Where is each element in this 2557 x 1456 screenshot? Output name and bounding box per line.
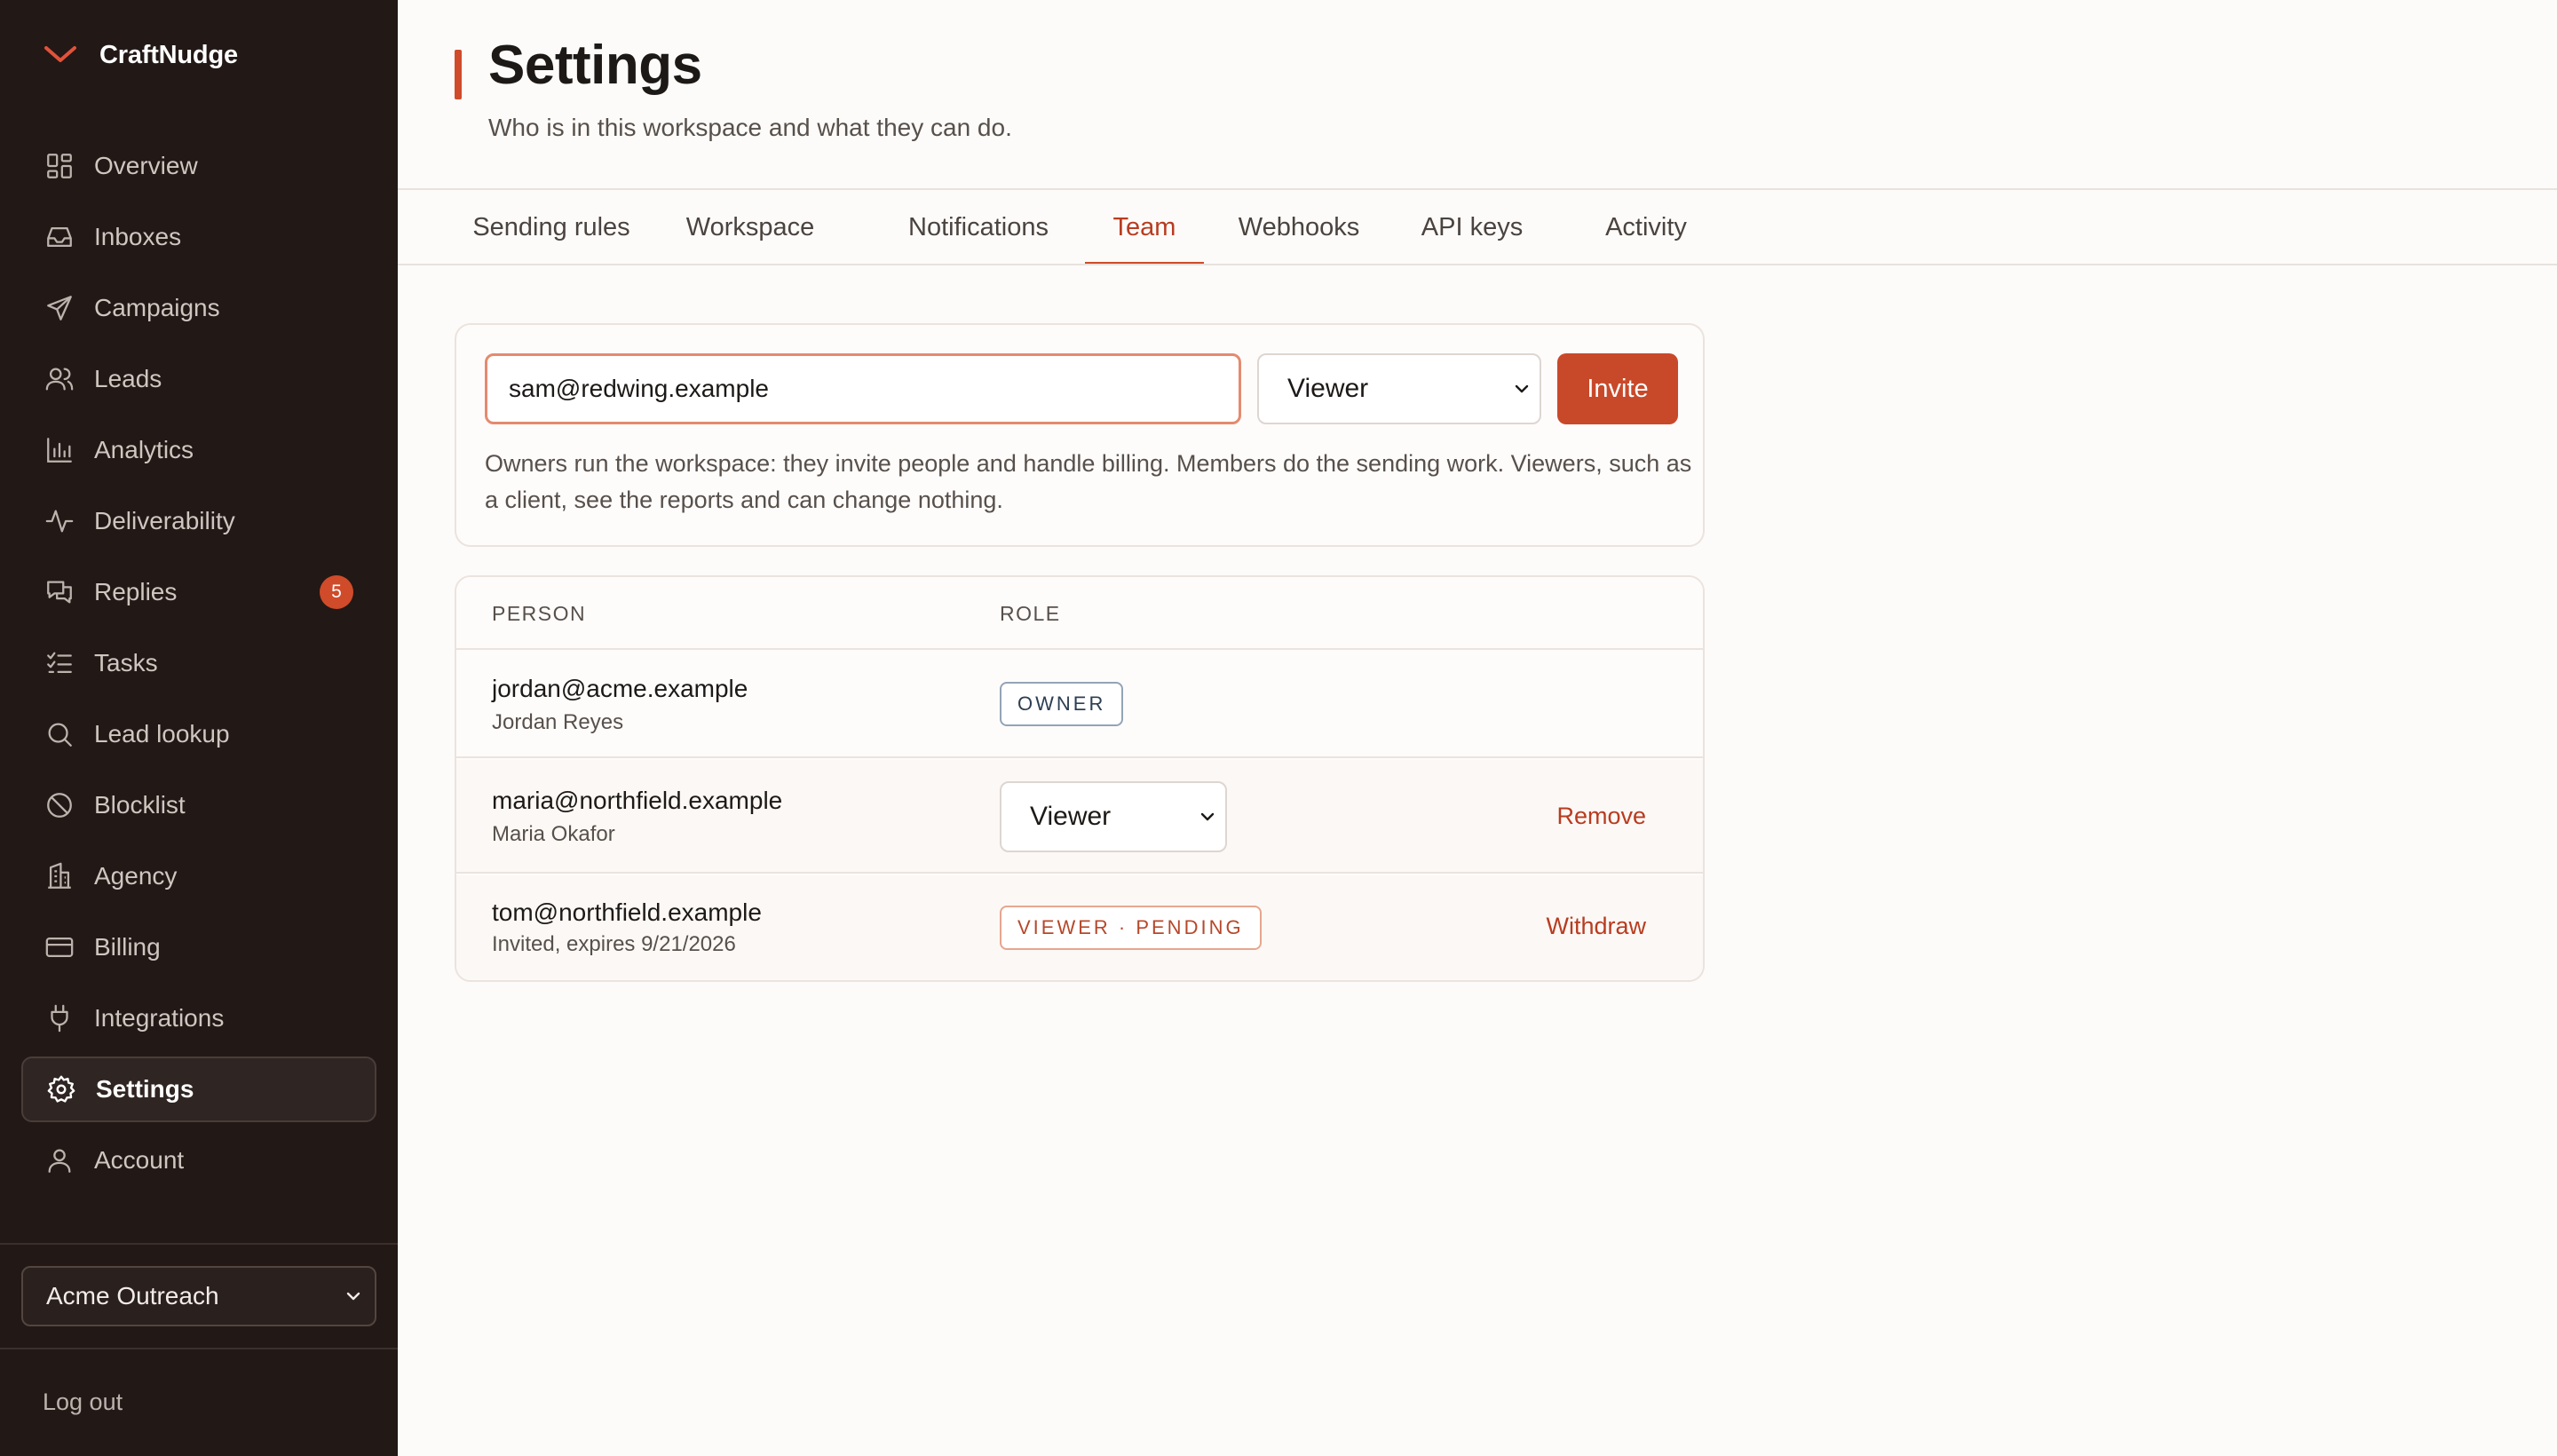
search-icon xyxy=(44,719,75,749)
sidebar-item-overview[interactable]: Overview xyxy=(21,133,376,199)
sidebar-item-tasks[interactable]: Tasks xyxy=(21,630,376,696)
invite-button[interactable]: Invite xyxy=(1557,353,1678,424)
sidebar-item-leads[interactable]: Leads xyxy=(21,346,376,412)
member-email: tom@northfield.example xyxy=(492,898,762,926)
sidebar-item-label: Integrations xyxy=(94,1004,225,1032)
role-help-text: Owners run the workspace: they invite pe… xyxy=(485,450,1692,513)
checklist-icon xyxy=(44,648,75,678)
sidebar-item-billing[interactable]: Billing xyxy=(21,914,376,980)
tab-workspace[interactable]: Workspace xyxy=(684,190,817,265)
sidebar-item-label: Blocklist xyxy=(94,791,186,819)
sidebar-divider xyxy=(0,1348,398,1349)
bar-chart-icon xyxy=(44,435,75,465)
member-email: jordan@acme.example xyxy=(492,675,748,702)
users-icon xyxy=(44,364,75,394)
invite-expiry: Invited, expires 9/21/2026 xyxy=(492,932,736,956)
chevron-down-icon xyxy=(346,1292,360,1301)
sidebar-item-label: Lead lookup xyxy=(94,720,230,748)
invite-card: Viewer Invite Owners run the workspace: … xyxy=(455,323,1705,547)
sidebar-item-campaigns[interactable]: Campaigns xyxy=(21,275,376,341)
sidebar-item-blocklist[interactable]: Blocklist xyxy=(21,772,376,838)
building-icon xyxy=(44,861,75,891)
sidebar-nav: Overview Inboxes Campaigns Leads Analyti… xyxy=(21,133,376,1199)
member-name: Maria Okafor xyxy=(492,822,615,846)
sidebar-item-label: Inboxes xyxy=(94,223,182,250)
tab-notifications[interactable]: Notifications xyxy=(899,190,1058,265)
sidebar-item-label: Deliverability xyxy=(94,507,235,534)
sidebar-item-label: Analytics xyxy=(94,436,194,463)
invite-email-input[interactable] xyxy=(485,353,1241,424)
send-icon xyxy=(44,293,75,323)
sidebar-item-label: Campaigns xyxy=(94,294,220,321)
sidebar-item-label: Agency xyxy=(94,862,178,890)
table-row: jordan@acme.example Jordan Reyes OWNER xyxy=(456,652,1703,758)
logo-chevron-icon xyxy=(44,46,76,62)
table-row: maria@northfield.example Maria Okafor Vi… xyxy=(456,760,1703,874)
sidebar-item-replies[interactable]: Replies 5 xyxy=(21,559,376,625)
tab-activity[interactable]: Activity xyxy=(1584,190,1708,265)
tab-team[interactable]: Team xyxy=(1085,190,1204,265)
sidebar: CraftNudge Overview Inboxes Campaigns Le… xyxy=(0,0,398,1456)
member-name: Jordan Reyes xyxy=(492,710,624,734)
sidebar-item-deliverability[interactable]: Deliverability xyxy=(21,488,376,554)
withdraw-invite-button[interactable]: Withdraw xyxy=(1546,913,1646,940)
sidebar-item-label: Overview xyxy=(94,152,198,179)
sidebar-item-label: Tasks xyxy=(94,649,158,677)
activity-icon xyxy=(44,506,75,536)
sidebar-item-integrations[interactable]: Integrations xyxy=(21,985,376,1051)
grid-icon xyxy=(44,151,75,181)
role-badge: VIEWER · PENDING xyxy=(1000,906,1262,950)
sidebar-item-label: Account xyxy=(94,1146,185,1174)
tab-webhooks[interactable]: Webhooks xyxy=(1231,190,1367,265)
invite-role-select[interactable]: Viewer xyxy=(1257,353,1541,424)
member-role-select[interactable]: Viewer xyxy=(1000,781,1227,852)
page-title: Settings xyxy=(488,35,702,96)
chevron-down-icon xyxy=(1515,384,1529,393)
credit-card-icon xyxy=(44,932,75,962)
table-header: PERSON ROLE xyxy=(456,577,1703,650)
sidebar-item-label: Replies xyxy=(94,578,178,605)
role-badge: OWNER xyxy=(1000,682,1124,726)
invite-role-value: Viewer xyxy=(1287,374,1369,403)
ban-icon xyxy=(44,790,75,820)
sidebar-item-agency[interactable]: Agency xyxy=(21,843,376,909)
title-accent-bar xyxy=(455,50,462,99)
chat-icon xyxy=(44,577,75,607)
brand[interactable]: CraftNudge xyxy=(41,36,238,75)
sidebar-item-label: Billing xyxy=(94,933,161,961)
team-table: PERSON ROLE jordan@acme.example Jordan R… xyxy=(455,575,1705,982)
column-header-role: ROLE xyxy=(1000,602,1061,625)
sidebar-item-label: Leads xyxy=(94,365,162,392)
tab-api-keys[interactable]: API keys xyxy=(1410,190,1534,265)
plug-icon xyxy=(44,1003,75,1033)
main-content: Settings Who is in this workspace and wh… xyxy=(398,0,2557,1456)
user-icon xyxy=(44,1145,75,1175)
member-role-value: Viewer xyxy=(1030,802,1112,831)
column-header-person: PERSON xyxy=(492,602,587,625)
tab-sending-rules[interactable]: Sending rules xyxy=(467,190,636,265)
sidebar-item-inboxes[interactable]: Inboxes xyxy=(21,204,376,270)
workspace-select-value: Acme Outreach xyxy=(46,1282,219,1310)
sidebar-item-analytics[interactable]: Analytics xyxy=(21,417,376,483)
gear-icon xyxy=(46,1074,76,1104)
sidebar-item-label: Settings xyxy=(96,1075,194,1103)
brand-name: CraftNudge xyxy=(99,40,238,69)
remove-member-button[interactable]: Remove xyxy=(1556,803,1646,830)
inbox-icon xyxy=(44,222,75,252)
member-email: maria@northfield.example xyxy=(492,787,783,814)
sidebar-item-account[interactable]: Account xyxy=(21,1128,376,1193)
replies-count-badge: 5 xyxy=(320,575,353,609)
tabs-divider xyxy=(398,264,2557,265)
sidebar-item-lead-lookup[interactable]: Lead lookup xyxy=(21,701,376,767)
workspace-select[interactable]: Acme Outreach xyxy=(21,1266,376,1326)
table-row: tom@northfield.example Invited, expires … xyxy=(456,875,1703,980)
sidebar-divider xyxy=(0,1243,398,1245)
sidebar-item-settings[interactable]: Settings xyxy=(21,1056,376,1122)
page-subtitle: Who is in this workspace and what they c… xyxy=(488,114,1012,141)
chevron-down-icon xyxy=(1200,812,1215,821)
logout-link[interactable]: Log out xyxy=(43,1389,123,1416)
